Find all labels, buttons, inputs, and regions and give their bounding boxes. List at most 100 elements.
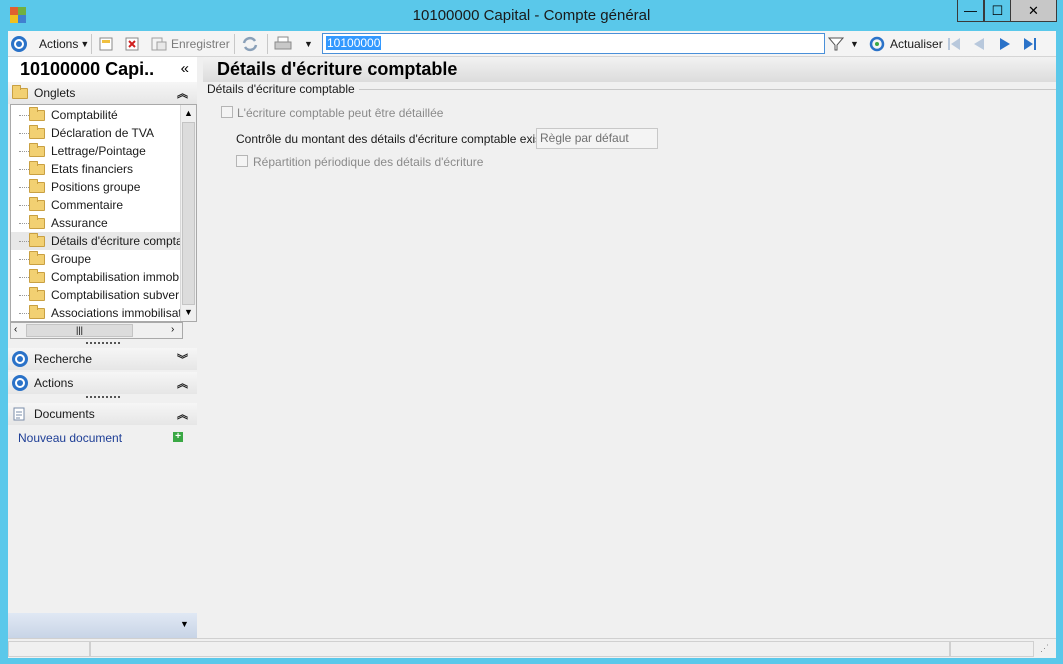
tree-item[interactable]: Assurance: [11, 214, 183, 232]
group-divider: [355, 89, 1056, 90]
page-title: Détails d'écriture comptable: [217, 59, 458, 79]
tree-item-label: Détails d'écriture compta: [51, 234, 183, 248]
periodic-distribution-label: Répartition périodique des détails d'écr…: [253, 155, 484, 169]
tree-item-label: Groupe: [51, 252, 92, 266]
save-icon: [151, 37, 167, 51]
actions-section-header[interactable]: Actions ︽: [8, 372, 197, 394]
splitter-grip[interactable]: [86, 342, 120, 345]
tabs-section-label: Onglets: [34, 86, 76, 100]
folder-icon: [29, 160, 45, 175]
close-button[interactable]: ✕: [1010, 0, 1057, 22]
scrollbar-thumb[interactable]: |||: [26, 324, 133, 337]
tree-horizontal-scrollbar[interactable]: ‹ ||| ›: [10, 322, 183, 339]
home-icon[interactable]: [11, 35, 27, 53]
chevron-down-icon[interactable]: ︾: [177, 351, 188, 367]
main-header: Détails d'écriture comptable: [203, 57, 1056, 82]
tree-item-label: Etats financiers: [51, 162, 134, 176]
tree-item[interactable]: Etats financiers: [11, 160, 183, 178]
group-label: Détails d'écriture comptable: [207, 82, 359, 96]
tree-item[interactable]: Lettrage/Pointage: [11, 142, 183, 160]
refresh-button[interactable]: Actualiser: [869, 35, 943, 53]
detailed-entry-checkbox[interactable]: [221, 106, 233, 118]
documents-section-label: Documents: [34, 407, 95, 421]
chevron-up-icon[interactable]: ︽: [177, 375, 188, 391]
new-document-link[interactable]: Nouveau document: [18, 431, 122, 445]
new-record-icon[interactable]: [99, 35, 113, 53]
main-content: Détails d'écriture comptable Détails d'é…: [197, 57, 1056, 638]
folder-icon: [29, 142, 45, 157]
title-bar: 10100000 Capital - Compte général — ☐ ✕: [0, 0, 1063, 31]
delete-icon[interactable]: [125, 35, 139, 53]
chevron-up-icon[interactable]: ︽: [177, 85, 188, 101]
folder-icon: [29, 268, 45, 283]
last-record-icon[interactable]: [1022, 35, 1038, 53]
amount-control-label: Contrôle du montant des détails d'écritu…: [236, 132, 574, 146]
chevron-down-icon: ▼: [80, 39, 90, 49]
scroll-left-icon[interactable]: ‹: [14, 324, 17, 335]
maximize-button[interactable]: ☐: [984, 0, 1011, 22]
minimize-button[interactable]: —: [957, 0, 984, 22]
search-section-header[interactable]: Recherche ︾: [8, 348, 197, 370]
first-record-icon[interactable]: [946, 35, 962, 53]
save-label: Enregistrer: [171, 37, 230, 51]
status-cell: [950, 641, 1034, 657]
pane-footer: ▼: [8, 613, 197, 638]
actions-section-label: Actions: [34, 376, 74, 390]
search-section-label: Recherche: [34, 352, 93, 366]
amount-control-field[interactable]: Règle par défaut: [536, 128, 658, 149]
printer-icon: [274, 36, 292, 50]
folder-icon: [29, 304, 45, 319]
tree-item[interactable]: Déclaration de TVA: [11, 124, 183, 142]
chevron-down-icon: ▼: [850, 39, 859, 49]
next-record-icon[interactable]: [998, 35, 1012, 53]
chevron-down-icon[interactable]: ▼: [180, 619, 189, 629]
refresh-icon: [869, 36, 885, 52]
status-cell: [90, 641, 950, 657]
status-bar: ⋰: [8, 638, 1056, 658]
actions-menu-button[interactable]: Actions ▼: [39, 35, 89, 53]
chevron-up-icon[interactable]: ︽: [177, 406, 188, 422]
tree-item[interactable]: Comptabilité: [11, 106, 183, 124]
filter-icon: [828, 37, 844, 51]
sync-icon[interactable]: [241, 35, 259, 53]
tree-item-label: Lettrage/Pointage: [51, 144, 146, 158]
print-button[interactable]: ▼: [274, 35, 313, 53]
actions-menu-label: Actions: [39, 37, 79, 51]
scrollbar-thumb[interactable]: [182, 122, 195, 305]
periodic-distribution-checkbox[interactable]: [236, 155, 248, 167]
tree-item[interactable]: Commentaire: [11, 196, 183, 214]
resize-grip-icon[interactable]: ⋰: [1040, 643, 1049, 654]
tabs-section-header[interactable]: Onglets ︽: [8, 82, 197, 104]
chevron-down-icon: ▼: [304, 39, 313, 49]
tree-item-label: Comptabilisation subver: [51, 288, 180, 302]
save-button[interactable]: Enregistrer: [151, 35, 230, 53]
scroll-up-icon[interactable]: ▲: [184, 108, 193, 118]
tree-vertical-scrollbar[interactable]: ▲ ▼: [180, 105, 196, 321]
filter-button[interactable]: ▼: [828, 35, 859, 53]
tree-item[interactable]: Groupe: [11, 250, 183, 268]
tree-item[interactable]: Associations immobilisat: [11, 304, 183, 321]
folder-icon: [29, 286, 45, 301]
tree-item[interactable]: Comptabilisation subver: [11, 286, 183, 304]
documents-section-header[interactable]: Documents ︽: [8, 403, 197, 425]
app-window: 10100000 Capital - Compte général — ☐ ✕ …: [0, 0, 1063, 664]
collapse-pane-icon[interactable]: «: [181, 60, 189, 77]
tree-item[interactable]: Détails d'écriture compta: [11, 232, 183, 250]
tree-item-label: Associations immobilisat: [51, 306, 182, 320]
search-input[interactable]: 10100000: [322, 33, 825, 54]
tree-item-label: Comptabilité: [51, 108, 118, 122]
toolbar: Actions ▼ Enregistrer ▼ 10100000 ▼ Actua…: [8, 31, 1056, 57]
previous-record-icon[interactable]: [972, 35, 986, 53]
scroll-right-icon[interactable]: ›: [171, 324, 174, 335]
folder-icon: [29, 178, 45, 193]
folder-icon: [29, 250, 45, 265]
search-input-value: 10100000: [326, 36, 382, 50]
folder-icon: [29, 124, 45, 139]
record-header: 10100000 Capi.. «: [8, 57, 197, 82]
scroll-down-icon[interactable]: ▼: [184, 307, 193, 317]
tree-item[interactable]: Positions groupe: [11, 178, 183, 196]
folder-icon: [29, 106, 45, 121]
tree-item[interactable]: Comptabilisation immob: [11, 268, 183, 286]
add-document-icon[interactable]: +: [173, 432, 183, 442]
splitter-grip[interactable]: [86, 396, 120, 399]
